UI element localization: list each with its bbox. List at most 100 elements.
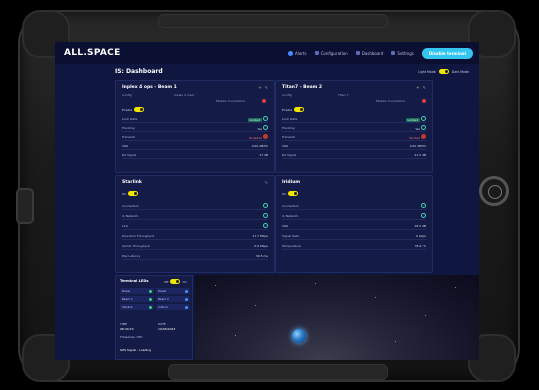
- gear-icon: [314, 51, 319, 55]
- satellite-globe-view[interactable]: [195, 275, 479, 360]
- dark-mode-label: Dark Mode: [451, 69, 469, 74]
- star: [255, 305, 256, 306]
- row-value: Yes: [415, 126, 421, 131]
- check-icon: [263, 115, 268, 121]
- row-transmit: Transmit Faulted: [282, 133, 426, 141]
- led-power-2: Power: [156, 288, 190, 294]
- edit-icon[interactable]: ✎: [265, 85, 268, 90]
- nav-alerts[interactable]: Alerts: [287, 50, 307, 56]
- nav-configuration-label: Configuration: [320, 50, 348, 56]
- earth-globe-icon: [292, 329, 306, 343]
- nav-dashboard-label: Dashboard: [361, 50, 384, 56]
- row-connection: Connection: [282, 202, 426, 210]
- beam1-card: Inplex 4 ops - Beam 1 + ✎ Config Inplex …: [115, 80, 275, 173]
- led-status-icon: [149, 289, 152, 293]
- config-value: Inplex 4 main: [174, 93, 195, 97]
- led-label: Beam 1: [122, 297, 133, 301]
- row-label: Signal Rate: [282, 233, 300, 238]
- app-logo: ALL.SPACE: [64, 48, 121, 58]
- gps-status: GPS Signal - Loading: [120, 348, 152, 352]
- enable-switch[interactable]: [134, 107, 145, 112]
- on-label: On: [122, 191, 127, 196]
- row-value: 0.00 dB/Hz: [409, 143, 426, 148]
- row-in-network: In Network: [282, 212, 426, 220]
- enable-toggle-row[interactable]: Enable: [122, 107, 145, 112]
- nav-settings[interactable]: Settings: [391, 50, 414, 56]
- row-signal-rate: Signal Rate 0 kbps: [282, 232, 426, 240]
- row-uplink: Uplink Throughput 0.9 Mbps: [122, 242, 268, 250]
- starlink-toggle-row[interactable]: On: [122, 191, 139, 196]
- check-icon: [421, 213, 426, 218]
- row-latency: Pop Latency 39.5 ms: [122, 252, 268, 260]
- card-title: Inplex 4 ops - Beam 1: [122, 85, 177, 90]
- theme-switch[interactable]: [438, 69, 449, 74]
- row-downlink: Downlink Throughput 17.7 Mbps: [122, 232, 268, 240]
- nav-configuration[interactable]: Configuration: [314, 50, 348, 56]
- row-in-network: In Network: [122, 212, 268, 220]
- home-button[interactable]: [479, 176, 509, 206]
- card-title: Titan7 - Beam 2: [282, 85, 323, 90]
- enable-switch[interactable]: [294, 107, 305, 112]
- row-label: Downlink Throughput: [122, 233, 155, 238]
- led-label: Power: [158, 289, 167, 293]
- add-icon[interactable]: +: [416, 85, 419, 90]
- starlink-switch[interactable]: [128, 191, 139, 196]
- led-switch[interactable]: [170, 279, 181, 284]
- off-label: Off: [164, 279, 169, 284]
- row-value: 17 dB: [259, 152, 268, 157]
- date-label: DATE: [158, 322, 166, 326]
- row-value: 35.9 °C: [414, 243, 426, 248]
- dashboard-icon: [355, 51, 360, 55]
- row-label: In Network: [122, 213, 139, 218]
- terminal-leds-title: Terminal LEDs: [120, 279, 149, 283]
- enable-toggle-row[interactable]: Enable: [282, 107, 305, 112]
- row-snr: SNR 0.00 dB/Hz: [282, 142, 426, 150]
- row-label: RX Signal: [282, 152, 297, 157]
- row-snr: SNR 18.5 dB: [282, 222, 426, 230]
- row-lock-state: Lock state Locked: [122, 115, 268, 123]
- enable-label: Enable: [122, 107, 133, 112]
- row-value: 0.00 dB/Hz: [251, 143, 268, 148]
- iridium-switch[interactable]: [288, 191, 299, 196]
- lock-state-badge: Locked: [247, 117, 263, 122]
- settings-icon: [391, 51, 396, 55]
- top-bar: ALL.SPACE Alerts Configuration Dashboard…: [55, 42, 479, 64]
- row-label: Temperature: [282, 243, 302, 248]
- row-label: RX Signal: [122, 152, 137, 157]
- nav-alerts-label: Alerts: [294, 50, 307, 56]
- row-label: Tracking: [122, 125, 135, 130]
- top-nav: Alerts Configuration Dashboard Settings …: [287, 47, 473, 59]
- row-value: Yes: [257, 126, 263, 131]
- led-toggle-row[interactable]: Off On: [164, 279, 187, 284]
- card-actions: ✎: [265, 180, 268, 185]
- card-actions: + ✎: [258, 85, 268, 90]
- row-value: 18.5 dB: [414, 223, 426, 228]
- star: [215, 285, 216, 286]
- edit-icon[interactable]: ✎: [265, 180, 268, 185]
- check-icon: [421, 124, 426, 130]
- row-label: In Network: [282, 213, 299, 218]
- nav-dashboard[interactable]: Dashboard: [355, 50, 384, 56]
- disable-terminal-button[interactable]: Disable terminal: [421, 47, 473, 59]
- led-status-icon: [185, 305, 188, 309]
- starlink-card: Starlink ✎ On Connection In Network Link…: [115, 175, 275, 273]
- beam2-card: Titan7 - Beam 2 + ✎ Config Titan 7 Modem…: [275, 80, 433, 173]
- case-strap: [158, 14, 388, 28]
- card-actions: + ✎: [416, 85, 426, 90]
- row-label: Link: [122, 223, 129, 228]
- add-icon[interactable]: +: [258, 85, 261, 90]
- on-label: On: [182, 279, 187, 284]
- transmit-status: Faulted: [409, 135, 421, 140]
- row-tracking: Tracking Yes: [282, 124, 426, 132]
- modem-status-icon: [422, 99, 426, 103]
- edit-icon[interactable]: ✎: [423, 85, 426, 90]
- date-value: 10/05/2023: [158, 327, 176, 331]
- nav-settings-label: Settings: [397, 50, 414, 56]
- theme-toggle[interactable]: Light Mode Dark Mode: [418, 69, 469, 74]
- led-power: Power: [120, 288, 154, 294]
- led-status-icon: [149, 305, 152, 309]
- card-title: Starlink: [122, 180, 142, 185]
- iridium-toggle-row[interactable]: On: [282, 191, 299, 196]
- modem-connection-label: Modem Connection: [376, 99, 406, 103]
- star: [375, 297, 376, 298]
